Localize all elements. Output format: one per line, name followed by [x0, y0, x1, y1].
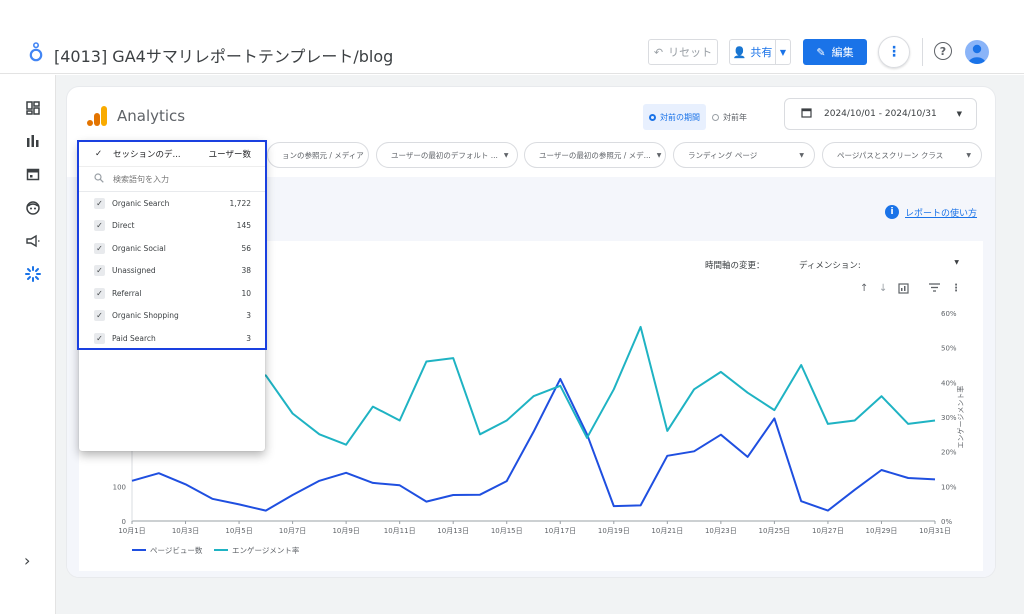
x-tick-label: 10月27日	[812, 527, 844, 535]
x-tick-label: 10月9日	[332, 527, 359, 535]
y-right-tick-label: 10%	[941, 483, 957, 491]
y-left-tick-label: 100	[113, 483, 126, 491]
dropdown-highlight-frame	[77, 140, 267, 350]
x-tick-label: 10月31日	[919, 527, 951, 535]
x-tick-label: 10月21日	[651, 527, 683, 535]
x-tick-label: 10月1日	[118, 527, 145, 535]
x-tick-label: 10月5日	[225, 527, 252, 535]
y-right-tick-label: 20%	[941, 449, 957, 457]
legend-label: エンゲージメント率	[232, 545, 300, 555]
y-right-tick-label: 30%	[941, 414, 957, 422]
x-tick-label: 10月23日	[705, 527, 737, 535]
x-tick-label: 10月3日	[172, 527, 199, 535]
legend-label: ページビュー数	[150, 545, 203, 555]
x-tick-label: 10月15日	[491, 527, 523, 535]
x-tick-label: 10月19日	[598, 527, 630, 535]
y-right-tick-label: 40%	[941, 379, 957, 387]
y-right-tick-label: 0%	[941, 518, 952, 526]
y-right-tick-label: 60%	[941, 310, 957, 318]
x-tick-label: 10月13日	[437, 527, 469, 535]
x-tick-label: 10月29日	[866, 527, 898, 535]
y-left-tick-label: 0	[122, 518, 126, 526]
x-tick-label: 10月7日	[279, 527, 306, 535]
x-tick-label: 10月11日	[384, 527, 416, 535]
y-right-axis-title: エンゲージメント率	[956, 386, 965, 449]
x-tick-label: 10月25日	[758, 527, 790, 535]
x-tick-label: 10月17日	[544, 527, 576, 535]
y-right-tick-label: 50%	[941, 345, 957, 353]
